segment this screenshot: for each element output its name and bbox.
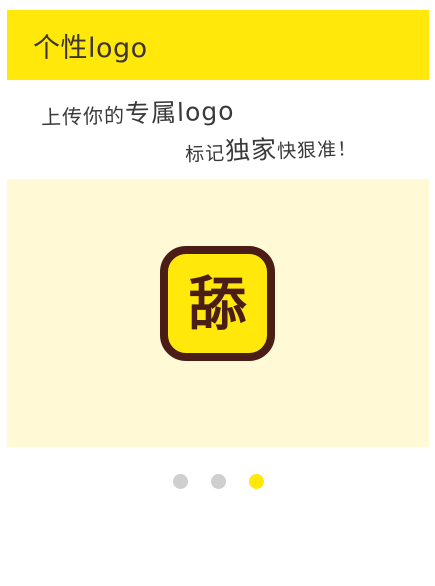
tagline-line-1-b: 专属logo bbox=[124, 96, 235, 129]
tagline-line-2: 标记独家快狠准！ bbox=[184, 127, 358, 169]
tagline-line-1: 上传你的专属logo bbox=[41, 91, 235, 132]
page-title: 个性logo bbox=[33, 32, 148, 64]
pager-dot-1[interactable] bbox=[173, 474, 188, 489]
pager-dot-3-active[interactable] bbox=[249, 474, 264, 489]
page-header: 个性logo bbox=[7, 10, 429, 80]
tagline-line-2-b: 独家 bbox=[224, 134, 278, 166]
tagline-line-2-a: 标记 bbox=[184, 142, 226, 166]
tagline-line-2-c: 快狠准！ bbox=[276, 138, 358, 163]
pager-dots bbox=[0, 474, 435, 490]
banner-slide[interactable]: 舔 bbox=[7, 179, 429, 447]
tagline-line-1-a: 上传你的 bbox=[40, 103, 126, 130]
app-logo-char: 舔 bbox=[188, 269, 247, 338]
tagline: 上传你的专属logo 标记独家快狠准！ bbox=[7, 86, 429, 178]
pager-dot-2[interactable] bbox=[211, 474, 226, 489]
app-logo: 舔 bbox=[160, 246, 275, 361]
